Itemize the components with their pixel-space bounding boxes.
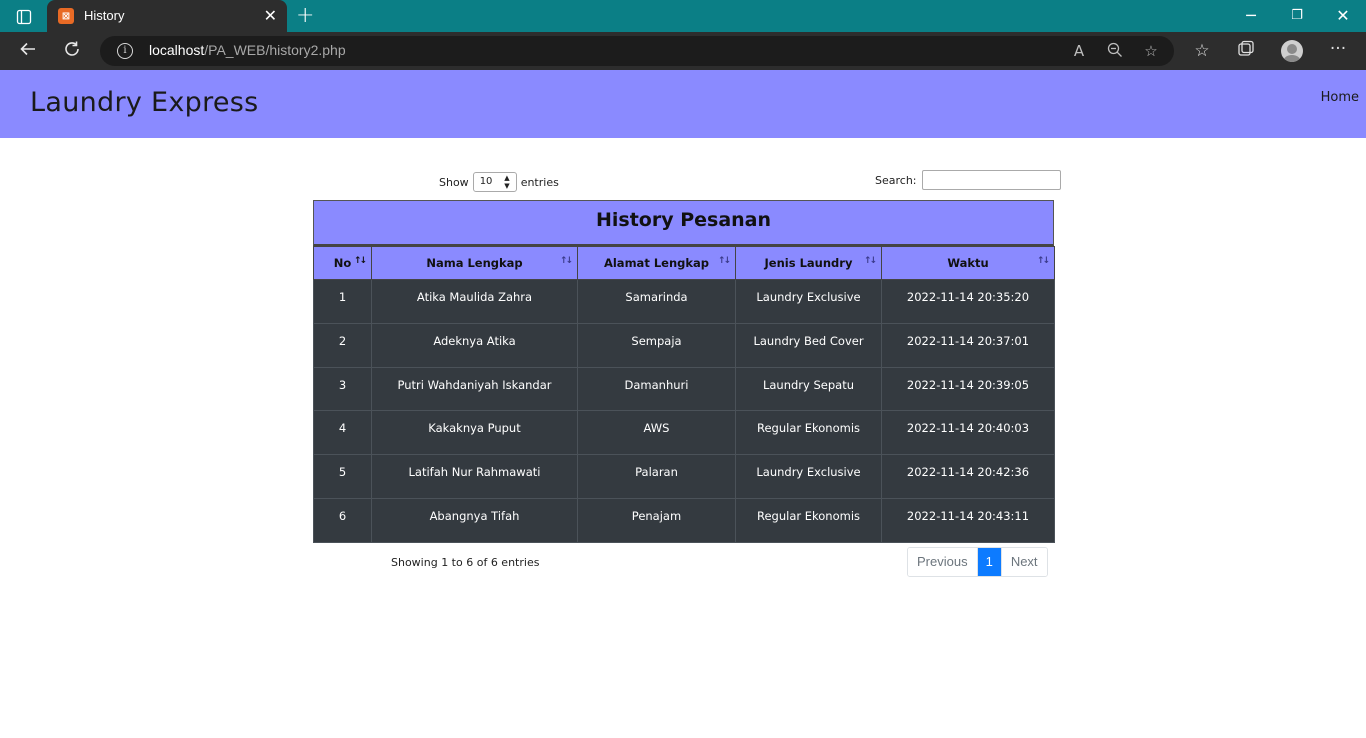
favorites-icon[interactable]: ☆ bbox=[1190, 40, 1214, 62]
column-header-alamat[interactable]: Alamat Lengkap ↑↓ bbox=[577, 246, 736, 280]
cell-alamat: AWS bbox=[577, 410, 736, 456]
cell-jenis: Laundry Bed Cover bbox=[735, 322, 882, 368]
cell-jenis: Laundry Exclusive bbox=[735, 279, 882, 324]
cell-no: 3 bbox=[313, 366, 372, 412]
browser-toolbar: i localhost/PA_WEB/history2.php A ☆ ☆ ··… bbox=[0, 32, 1366, 70]
sort-asc-icon: ↑↓ bbox=[353, 256, 367, 266]
nav-home-link[interactable]: Home bbox=[1321, 90, 1359, 105]
column-header-label: Alamat Lengkap bbox=[603, 256, 710, 270]
pagination: Previous 1 Next bbox=[907, 547, 1048, 577]
column-header-label: Waktu bbox=[947, 256, 989, 270]
cell-waktu: 2022-11-14 20:37:01 bbox=[881, 322, 1055, 368]
column-header-label: No bbox=[333, 256, 352, 270]
cell-waktu: 2022-11-14 20:42:36 bbox=[881, 454, 1055, 499]
cell-no: 2 bbox=[313, 322, 372, 368]
profile-avatar[interactable] bbox=[1281, 40, 1303, 62]
cell-no: 1 bbox=[313, 279, 372, 324]
url-text[interactable]: localhost/PA_WEB/history2.php bbox=[149, 42, 346, 58]
back-arrow-icon[interactable] bbox=[16, 40, 40, 64]
column-header-label: Nama Lengkap bbox=[426, 256, 523, 270]
table-info-text: Showing 1 to 6 of 6 entries bbox=[391, 556, 540, 569]
entries-select[interactable]: 10 ▲ ▼ bbox=[472, 172, 517, 192]
sort-icon: ↑↓ bbox=[559, 256, 573, 266]
cell-nama: Abangnya Tifah bbox=[371, 497, 578, 543]
cell-jenis: Regular Ekonomis bbox=[735, 410, 882, 456]
next-page-button[interactable]: Next bbox=[1000, 548, 1047, 576]
site-header: Laundry Express Home bbox=[0, 70, 1366, 138]
site-info-icon[interactable]: i bbox=[117, 43, 133, 59]
column-header-no[interactable]: No ↑↓ bbox=[313, 246, 372, 280]
cell-alamat: Penajam bbox=[577, 497, 736, 543]
address-bar[interactable]: i localhost/PA_WEB/history2.php A ☆ bbox=[100, 36, 1174, 66]
cell-no: 5 bbox=[313, 454, 372, 499]
column-header-waktu[interactable]: Waktu ↑↓ bbox=[881, 246, 1055, 280]
url-host: localhost bbox=[149, 42, 205, 58]
tab-actions-icon[interactable] bbox=[12, 7, 36, 27]
search-label: Search: bbox=[875, 173, 917, 187]
column-header-label: Jenis Laundry bbox=[764, 256, 853, 270]
cell-waktu: 2022-11-14 20:40:03 bbox=[881, 410, 1055, 456]
previous-page-button[interactable]: Previous bbox=[908, 548, 978, 576]
cell-waktu: 2022-11-14 20:39:05 bbox=[881, 366, 1055, 412]
page-1-button[interactable]: 1 bbox=[977, 548, 1001, 576]
cell-jenis: Laundry Exclusive bbox=[735, 454, 882, 499]
cell-jenis: Laundry Sepatu bbox=[735, 366, 882, 412]
cell-waktu: 2022-11-14 20:43:11 bbox=[881, 497, 1055, 543]
cell-alamat: Palaran bbox=[577, 454, 736, 499]
table-row: 1 Atika Maulida Zahra Samarinda Laundry … bbox=[313, 279, 1055, 324]
add-favorite-icon[interactable]: ☆ bbox=[1141, 42, 1161, 60]
table-row: 2 Adeknya Atika Sempaja Laundry Bed Cove… bbox=[313, 322, 1055, 368]
brand-title: Laundry Express bbox=[30, 87, 259, 118]
collections-icon[interactable] bbox=[1234, 40, 1258, 64]
zoom-out-icon[interactable] bbox=[1105, 42, 1125, 62]
table-row: 6 Abangnya Tifah Penajam Regular Ekonomi… bbox=[313, 497, 1055, 543]
cell-no: 6 bbox=[313, 497, 372, 543]
sort-icon: ↑↓ bbox=[1036, 256, 1050, 266]
cell-nama: Adeknya Atika bbox=[371, 322, 578, 368]
column-header-nama[interactable]: Nama Lengkap ↑↓ bbox=[371, 246, 578, 280]
xampp-favicon-icon: ⊠ bbox=[58, 8, 74, 24]
cell-jenis: Regular Ekonomis bbox=[735, 497, 882, 543]
window-close-icon[interactable]: ✕ bbox=[1320, 4, 1366, 28]
select-arrows-icon: ▲ ▼ bbox=[504, 174, 510, 190]
sort-icon: ↑↓ bbox=[863, 256, 877, 266]
history-table-container: History Pesanan No ↑↓ Nama Lengkap ↑↓ Alam… bbox=[313, 200, 1055, 543]
search-input[interactable] bbox=[921, 170, 1061, 190]
url-path: /PA_WEB/history2.php bbox=[204, 42, 346, 58]
sort-icon: ↑↓ bbox=[717, 256, 731, 266]
cell-nama: Kakaknya Puput bbox=[371, 410, 578, 456]
browser-tab-bar: ⊠ History ✕ + ─ ❐ ✕ bbox=[0, 0, 1366, 32]
cell-nama: Latifah Nur Rahmawati bbox=[371, 454, 578, 499]
minimize-icon[interactable]: ─ bbox=[1228, 4, 1274, 28]
cell-nama: Atika Maulida Zahra bbox=[371, 279, 578, 324]
more-options-icon[interactable]: ··· bbox=[1326, 38, 1350, 60]
tab-title: History bbox=[84, 8, 125, 23]
column-header-jenis[interactable]: Jenis Laundry ↑↓ bbox=[735, 246, 882, 280]
show-label: Show bbox=[439, 175, 469, 189]
cell-alamat: Sempaja bbox=[577, 322, 736, 368]
table-title: History Pesanan bbox=[313, 200, 1054, 246]
entries-label: entries bbox=[520, 175, 559, 189]
table-row: 5 Latifah Nur Rahmawati Palaran Laundry … bbox=[313, 454, 1055, 499]
restore-icon[interactable]: ❐ bbox=[1274, 4, 1320, 28]
refresh-icon[interactable] bbox=[60, 40, 84, 64]
cell-alamat: Samarinda bbox=[577, 279, 736, 324]
table-header-row: No ↑↓ Nama Lengkap ↑↓ Alamat Lengkap ↑↓ Jen… bbox=[313, 246, 1055, 280]
cell-waktu: 2022-11-14 20:35:20 bbox=[881, 279, 1055, 324]
browser-tab-active[interactable]: ⊠ History ✕ bbox=[47, 0, 287, 32]
tab-close-icon[interactable]: ✕ bbox=[264, 7, 277, 25]
cell-alamat: Damanhuri bbox=[577, 366, 736, 412]
table-row: 3 Putri Wahdaniyah Iskandar Damanhuri La… bbox=[313, 366, 1055, 412]
table-row: 4 Kakaknya Puput AWS Regular Ekonomis 20… bbox=[313, 410, 1055, 456]
cell-nama: Putri Wahdaniyah Iskandar bbox=[371, 366, 578, 412]
history-table: No ↑↓ Nama Lengkap ↑↓ Alamat Lengkap ↑↓ Jen… bbox=[313, 246, 1055, 543]
read-aloud-icon[interactable]: A bbox=[1069, 42, 1089, 60]
cell-no: 4 bbox=[313, 410, 372, 456]
entries-select-value: 10 bbox=[479, 176, 493, 187]
search-control: Search: bbox=[875, 170, 1061, 190]
entries-length-control: Show 10 ▲ ▼ entries bbox=[439, 172, 559, 192]
new-tab-icon[interactable]: + bbox=[296, 4, 314, 28]
